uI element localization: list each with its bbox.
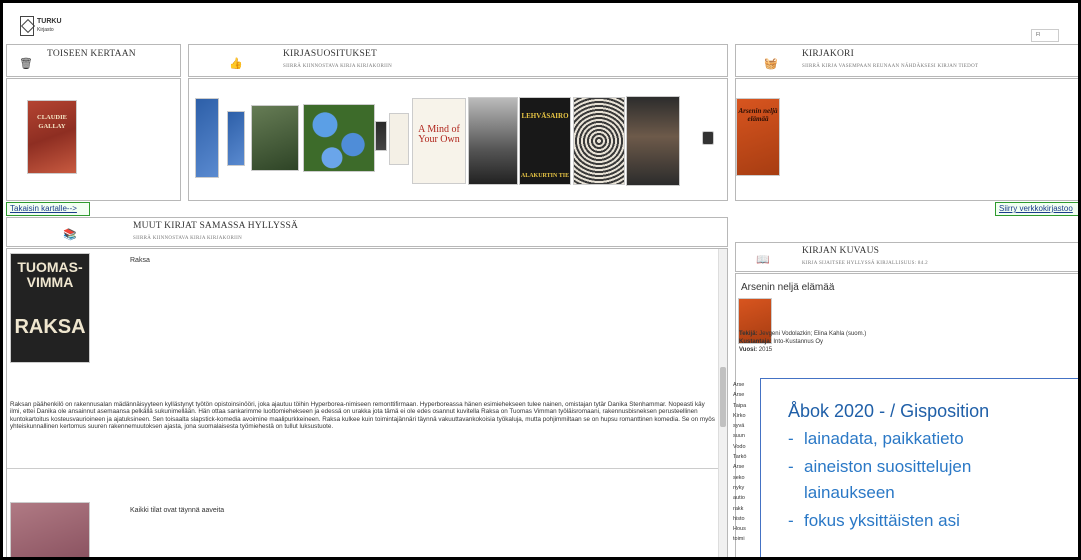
basket-title: KIRJAKORI bbox=[802, 49, 854, 59]
top-bar: TURKU Kirjasto FI bbox=[0, 0, 1081, 42]
shelf-book-description: Raksan päähenkilö on rakennusalan mädänn… bbox=[10, 401, 715, 431]
trash-icon: 🗑 bbox=[19, 58, 33, 70]
scrollbar-thumb[interactable] bbox=[720, 367, 726, 427]
recommended-book-1[interactable] bbox=[195, 98, 219, 178]
language-select[interactable]: FI bbox=[1031, 29, 1059, 42]
detail-description-clipped: Arse Arse Taipa Kirko syvä suun Vodo Tar… bbox=[733, 382, 747, 543]
presentation-overlay: Åbok 2020 - / Gisposition - lainadata, pa… bbox=[760, 378, 1081, 560]
cover-lehvasairo-title: LEHVÄSAIRO bbox=[521, 112, 569, 120]
carousel-next-icon[interactable] bbox=[702, 131, 714, 145]
same-shelf-subtitle: SIIRRÄ KIINNOSTAVA KIRJA KIRJAKORIIN bbox=[133, 236, 242, 241]
basket-panel[interactable]: Arsenin neljä elämää bbox=[735, 78, 1081, 201]
books-icon: 📚 bbox=[63, 229, 77, 241]
recommendations-title: KIRJASUOSITUKSET bbox=[283, 49, 377, 59]
description-subtitle: KIRJA SIJAITSEE HYLLYSSÄ KIRJALLISUUS: 8… bbox=[802, 261, 928, 266]
open-book-icon: 📖 bbox=[756, 254, 770, 266]
detail-publisher-row: Kustantaja: Into-Kustannus Oy bbox=[739, 339, 824, 345]
recommended-book-2[interactable] bbox=[227, 111, 245, 166]
book-cover-gallay[interactable]: CLAUDIE GALLAY bbox=[27, 100, 77, 174]
recommendations-carousel[interactable]: A Mind of Your Own LEHVÄSAIRO ALAKURTIN … bbox=[188, 78, 728, 201]
overlay-item: - fokus yksittäisten asi bbox=[788, 511, 960, 530]
recommended-book-mind-of-your-own[interactable]: A Mind of Your Own bbox=[412, 98, 466, 184]
detail-author: Jevgeni Vodolazkin; Elina Kahla (suom.) bbox=[759, 331, 867, 337]
recommended-book-9[interactable] bbox=[626, 96, 680, 186]
shelf-book-kaikki-cover[interactable] bbox=[10, 502, 90, 560]
shelf-book-raksa-cover[interactable]: TUOMAS-VIMMA RAKSA bbox=[10, 253, 90, 363]
basket-cover-title: Arsenin neljä elämää bbox=[738, 107, 778, 123]
recommended-book-5[interactable] bbox=[375, 121, 387, 151]
logo-title: TURKU bbox=[37, 18, 62, 25]
detail-publisher: Into-Kustannus Oy bbox=[773, 339, 824, 345]
second-time-panel[interactable]: CLAUDIE GALLAY bbox=[6, 78, 181, 201]
detail-meta: Tekijä: Jevgeni Vodolazkin; Elina Kahla … bbox=[739, 330, 866, 354]
web-library-button[interactable]: Siirry verkkokirjastoo bbox=[995, 202, 1081, 216]
second-time-title: TOISEEN KERTAAN bbox=[47, 49, 136, 59]
second-time-panel-header: 🗑 TOISEEN KERTAAN bbox=[6, 44, 181, 77]
basket-subtitle: SIIRRÄ KIRJA VASEMPAAN REUNAAN NÄHDÄKSES… bbox=[802, 64, 979, 69]
same-shelf-scrollbar[interactable] bbox=[718, 249, 727, 560]
basket-icon: 🧺 bbox=[764, 58, 778, 70]
overlay-title: Åbok 2020 - / Gisposition bbox=[788, 401, 990, 421]
shelf-book-title: Raksa bbox=[130, 257, 150, 264]
list-item[interactable]: TUOMAS-VIMMA RAKSA Raksa Raksan päähenki… bbox=[7, 249, 719, 469]
detail-year-row: Vuosi: 2015 bbox=[739, 347, 773, 353]
list-item[interactable]: Kaikki tilat ovat täynnä aaveita bbox=[7, 470, 719, 560]
logo-subtitle: Kirjasto bbox=[37, 27, 54, 33]
recommendations-subtitle: SIIRRÄ KIINNOSTAVA KIRJA KIRJAKORIIN bbox=[283, 64, 392, 69]
same-shelf-list[interactable]: TUOMAS-VIMMA RAKSA Raksa Raksan päähenki… bbox=[6, 248, 728, 560]
recommended-book-3[interactable] bbox=[251, 105, 299, 171]
turku-library-logo[interactable]: TURKU Kirjasto bbox=[20, 16, 62, 36]
basket-panel-header: 🧺 KIRJAKORI SIIRRÄ KIRJA VASEMPAAN REUNA… bbox=[735, 44, 1081, 77]
overlay-item: - aineiston suosittelujen bbox=[788, 457, 972, 476]
detail-year: 2015 bbox=[758, 347, 773, 353]
recommended-book-7[interactable] bbox=[468, 97, 518, 185]
description-title: KIRJAN KUVAUS bbox=[802, 246, 880, 256]
same-shelf-title: MUUT KIRJAT SAMASSA HYLLYSSÄ bbox=[133, 221, 299, 231]
cover-gallay-author: CLAUDIE GALLAY bbox=[37, 114, 67, 130]
cover-raksa-title: RAKSA bbox=[14, 316, 86, 338]
detail-book-title: Arsenin neljä elämää bbox=[741, 282, 835, 293]
cover-mind-title: A Mind of Your Own bbox=[418, 124, 460, 145]
recommended-book-8[interactable] bbox=[573, 97, 625, 185]
overlay-item: - lainadata, paikkatieto bbox=[788, 429, 964, 448]
recommendations-panel-header: 👍 KIRJASUOSITUKSET SIIRRÄ KIINNOSTAVA KI… bbox=[188, 44, 728, 77]
back-to-map-button[interactable]: Takaisin kartalle--> bbox=[6, 202, 90, 216]
same-shelf-panel-header: 📚 MUUT KIRJAT SAMASSA HYLLYSSÄ SIIRRÄ KI… bbox=[6, 217, 728, 247]
shelf-book-title: Kaikki tilat ovat täynnä aaveita bbox=[130, 507, 225, 514]
thumbs-up-icon: 👍 bbox=[229, 58, 243, 70]
recommended-book-4[interactable] bbox=[303, 104, 375, 172]
cover-tuomas-author: TUOMAS-VIMMA bbox=[17, 259, 83, 290]
basket-book-arsenin[interactable]: Arsenin neljä elämää bbox=[736, 98, 780, 176]
cover-alakurtin-title: ALAKURTIN TIE bbox=[520, 173, 570, 179]
crest-icon bbox=[20, 16, 34, 36]
overlay-item: lainaukseen bbox=[804, 483, 895, 502]
description-panel-header: 📖 KIRJAN KUVAUS KIRJA SIJAITSEE HYLLYSSÄ… bbox=[735, 242, 1081, 272]
detail-author-row: Tekijä: Jevgeni Vodolazkin; Elina Kahla … bbox=[739, 331, 867, 337]
recommended-book-6[interactable] bbox=[389, 113, 409, 165]
recommended-book-lehvasairo[interactable]: LEHVÄSAIRO ALAKURTIN TIE bbox=[519, 97, 571, 185]
